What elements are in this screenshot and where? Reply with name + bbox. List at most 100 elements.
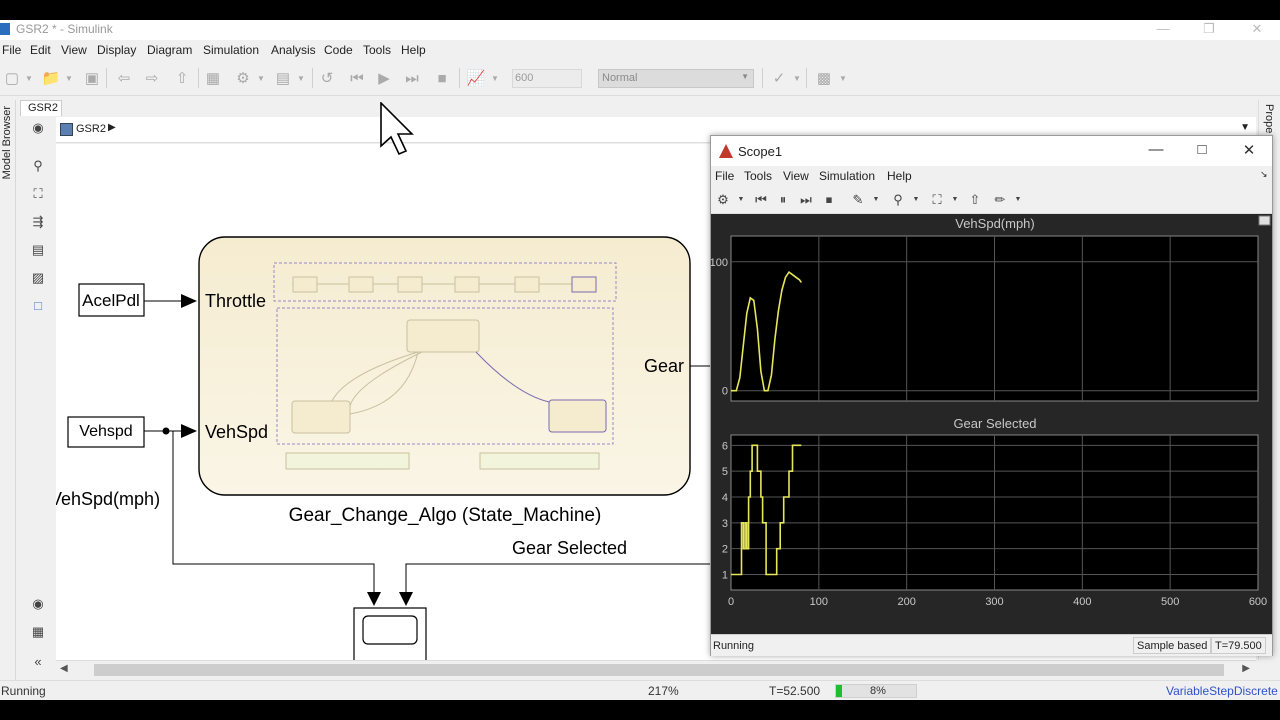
up-icon[interactable]: ⇧ <box>172 70 192 87</box>
minimize-icon[interactable]: — <box>1140 20 1186 40</box>
chevron-down-icon[interactable]: ▼ <box>24 70 34 87</box>
scope-pause-icon[interactable]: ⏸ <box>775 192 791 208</box>
scope-autoscale-icon[interactable]: ⛶ <box>929 192 945 208</box>
scope-menu-tools[interactable]: Tools <box>744 169 772 183</box>
arrow-icon[interactable]: ⇶ <box>30 214 46 230</box>
chevron-down-icon[interactable]: ▼ <box>733 192 749 208</box>
scope-menu-file[interactable]: File <box>715 169 734 183</box>
chevron-down-icon[interactable]: ▼ <box>64 70 74 87</box>
close-icon[interactable]: ✕ <box>1234 20 1280 40</box>
collapse-icon[interactable]: « <box>30 654 46 670</box>
scope-highlight-icon[interactable]: ✎ <box>850 192 866 208</box>
chevron-down-icon[interactable]: ▼ <box>256 70 266 87</box>
scope-menu-simulation[interactable]: Simulation <box>819 169 875 183</box>
chevron-down-icon[interactable]: ▼ <box>908 192 924 208</box>
save-icon[interactable]: ▣ <box>82 70 102 87</box>
scope-expand-icon[interactable] <box>1258 215 1271 226</box>
chart-substate-active <box>571 276 597 293</box>
step-back-icon[interactable]: ⏮ <box>346 70 368 87</box>
model-explorer-icon[interactable]: ▤ <box>272 70 294 87</box>
restore-icon[interactable]: ❐ <box>1186 20 1232 40</box>
build-icon[interactable]: ▩ <box>812 70 836 87</box>
back-icon[interactable]: ⇦ <box>114 70 134 87</box>
port-gear-label: Gear <box>644 356 684 376</box>
menu-display[interactable]: Display <box>97 43 136 57</box>
chevron-down-icon[interactable]: ▼ <box>490 70 500 87</box>
horizontal-scrollbar[interactable]: ◀ ▶ <box>56 660 1256 678</box>
scope-measurements-icon[interactable]: ✏ <box>992 192 1008 208</box>
plot-xtick-label: 300 <box>985 596 1003 608</box>
image-icon[interactable]: ▨ <box>30 270 46 286</box>
step-back-config-icon[interactable]: ↺ <box>316 70 338 87</box>
hide-show-explorer-icon[interactable]: ◉ <box>30 120 46 136</box>
chevron-down-icon[interactable]: ▼ <box>296 70 306 87</box>
step-forward-icon[interactable]: ⏭ <box>401 70 423 87</box>
arrowhead-scope-in2 <box>399 592 413 606</box>
menu-file[interactable]: File <box>2 43 21 57</box>
chevron-down-icon[interactable]: ▼ <box>792 70 802 87</box>
toolbar-separator <box>198 68 199 88</box>
plot-vehspd: VehSpd(mph) 0 100 <box>710 216 1259 402</box>
stop-icon[interactable]: ■ <box>431 70 453 87</box>
zoom-icon[interactable]: ⚲ <box>30 158 46 174</box>
breadcrumb-item-gsr2[interactable]: GSR2 <box>76 123 106 135</box>
status-time: T=52.500 <box>769 684 821 698</box>
data-inspector-icon[interactable]: 📈 <box>465 70 487 87</box>
scope-zoom-icon[interactable]: ⚲ <box>890 192 906 208</box>
chevron-down-icon[interactable]: ▼ <box>1240 122 1250 133</box>
area-icon[interactable]: □ <box>30 298 46 314</box>
new-model-icon[interactable]: ▢ <box>2 70 22 87</box>
chevron-down-icon[interactable]: ▼ <box>947 192 963 208</box>
model-explorer-icon[interactable]: ▦ <box>30 624 46 640</box>
undock-icon[interactable]: ↘ <box>1260 169 1268 180</box>
status-bar: Running 217% T=52.500 8% VariableStepDis… <box>0 680 1280 700</box>
scope-menu-view[interactable]: View <box>783 169 809 183</box>
simulink-app-icon <box>0 23 10 35</box>
menu-tools[interactable]: Tools <box>363 43 391 57</box>
plot-xtick-label: 200 <box>897 596 915 608</box>
model-browser-strip[interactable]: Model Browser <box>0 100 16 700</box>
forward-icon[interactable]: ⇨ <box>142 70 162 87</box>
scope-step-back-icon[interactable]: ⏮ <box>753 192 769 208</box>
model-advisor-icon[interactable]: ✓ <box>768 70 790 87</box>
tab-gsr2[interactable]: GSR2 <box>20 100 62 116</box>
menu-code[interactable]: Code <box>324 43 353 57</box>
scope-triggers-icon[interactable]: ⇧ <box>967 192 983 208</box>
library-browser-icon[interactable]: ▦ <box>202 70 224 87</box>
menu-help[interactable]: Help <box>401 43 426 57</box>
scope-minimize-icon[interactable]: — <box>1141 141 1171 158</box>
scope-step-forward-icon[interactable]: ⏭ <box>798 192 814 208</box>
scope-plot-area[interactable]: VehSpd(mph) 0 100 Gear Selected 1 2 3 4 5 6 0 1… <box>710 214 1272 634</box>
menu-view[interactable]: View <box>61 43 87 57</box>
status-solver[interactable]: VariableStepDiscrete <box>1166 684 1278 698</box>
scope-close-icon[interactable]: ✕ <box>1234 141 1264 159</box>
scope-stop-icon[interactable]: ⏹ <box>821 192 837 208</box>
menu-simulation[interactable]: Simulation <box>203 43 259 57</box>
status-zoom: 217% <box>648 684 679 698</box>
chevron-down-icon[interactable]: ▼ <box>838 70 848 87</box>
run-icon[interactable]: ▶ <box>373 70 395 87</box>
menu-edit[interactable]: Edit <box>30 43 51 57</box>
scroll-right-icon[interactable]: ▶ <box>1242 663 1250 674</box>
fit-to-view-icon[interactable]: ⛶ <box>30 186 46 202</box>
scope-screen-icon <box>362 615 418 645</box>
toolbar-separator <box>312 68 313 88</box>
scope-settings-gear-icon[interactable]: ⚙ <box>715 192 731 208</box>
annotation-icon[interactable]: ▤ <box>30 242 46 258</box>
menu-diagram[interactable]: Diagram <box>147 43 192 57</box>
scroll-left-icon[interactable]: ◀ <box>60 663 68 674</box>
menu-analysis[interactable]: Analysis <box>271 43 316 57</box>
screenshot-icon[interactable]: ◉ <box>30 596 46 612</box>
stateflow-chart-block[interactable] <box>198 236 691 496</box>
signal-line-gear-to-scope[interactable] <box>405 563 710 592</box>
scope-menu-help[interactable]: Help <box>887 169 912 183</box>
model-settings-gear-icon[interactable]: ⚙ <box>232 70 254 87</box>
scrollbar-thumb[interactable] <box>94 664 1224 676</box>
chevron-down-icon[interactable]: ▼ <box>868 192 884 208</box>
simulation-mode-select[interactable]: Normal ▼ <box>598 69 754 88</box>
open-folder-icon[interactable]: 📁 <box>40 70 62 87</box>
stop-time-input[interactable]: 600 <box>512 69 582 88</box>
arrowhead-throttle <box>181 294 197 308</box>
scope-maximize-icon[interactable]: □ <box>1187 141 1217 158</box>
chevron-down-icon[interactable]: ▼ <box>1010 192 1026 208</box>
